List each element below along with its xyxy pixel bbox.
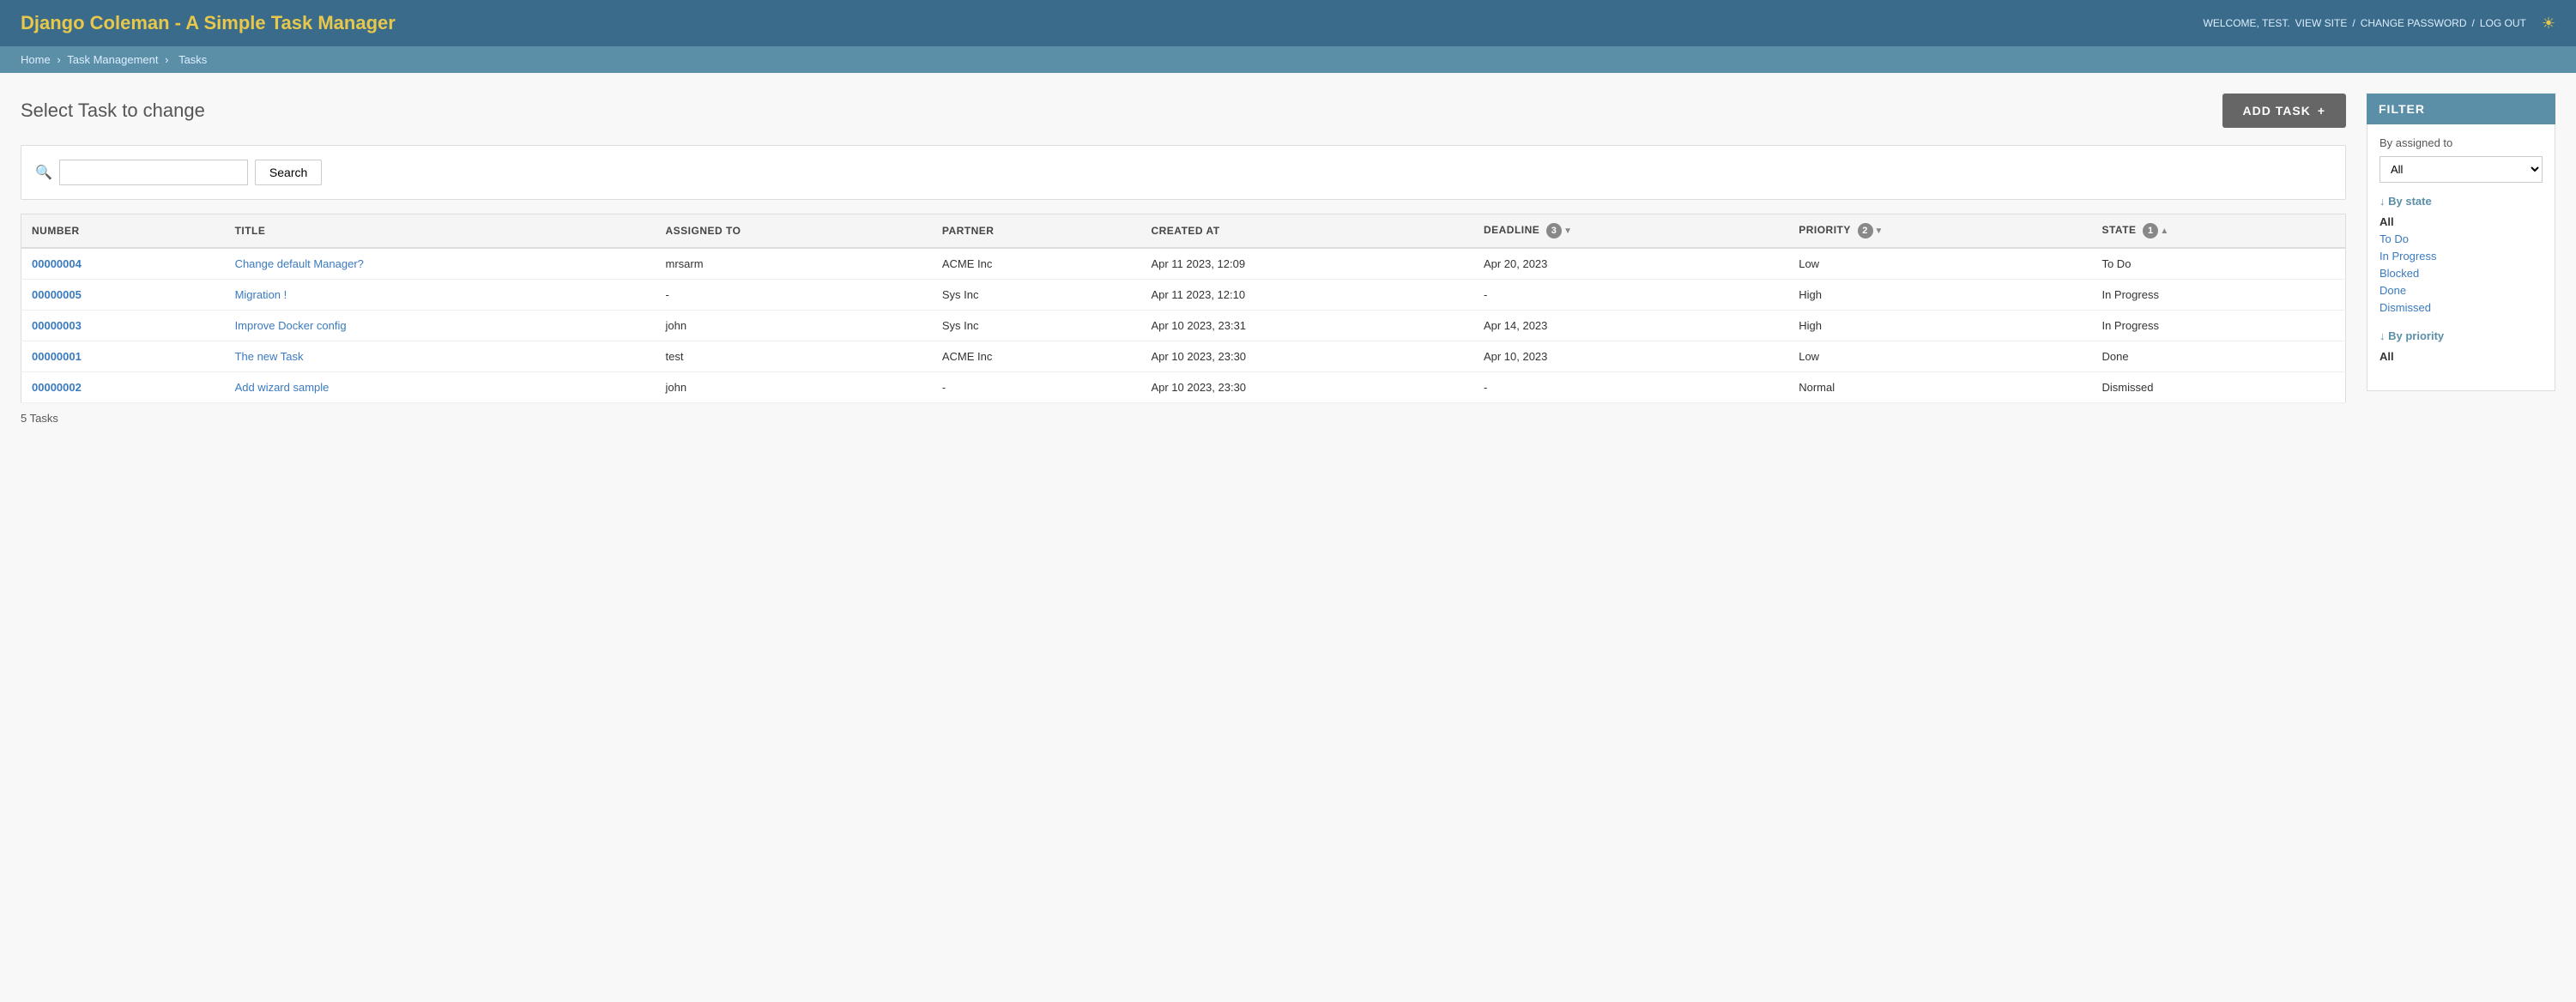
breadcrumb-home[interactable]: Home	[21, 53, 51, 66]
task-title-link[interactable]: Add wizard sample	[235, 381, 330, 394]
task-table-body: 00000004 Change default Manager? mrsarm …	[21, 248, 2346, 403]
breadcrumb: Home › Task Management › Tasks	[0, 46, 2576, 73]
task-assigned-to: test	[655, 341, 931, 372]
task-created-at: Apr 11 2023, 12:09	[1140, 248, 1472, 280]
col-partner[interactable]: PARTNER	[932, 214, 1141, 249]
header-nav: WELCOME, TEST. VIEW SITE / CHANGE PASSWO…	[2204, 15, 2555, 33]
task-priority: High	[1788, 280, 2091, 311]
content-area: Select Task to change ADD TASK + 🔍 Searc…	[21, 94, 2346, 425]
assigned-filter-select[interactable]: All john mrsarm test	[2379, 156, 2543, 183]
breadcrumb-tasks: Tasks	[178, 53, 207, 66]
task-state: Done	[2091, 341, 2345, 372]
task-deadline: Apr 20, 2023	[1473, 248, 1788, 280]
task-priority: Low	[1788, 248, 2091, 280]
filter-sidebar: FILTER By assigned to All john mrsarm te…	[2367, 94, 2555, 391]
search-button[interactable]: Search	[255, 160, 322, 185]
table-row: 00000002 Add wizard sample john - Apr 10…	[21, 372, 2346, 403]
col-title[interactable]: TITLE	[225, 214, 656, 249]
state-filter-dismissed[interactable]: Dismissed	[2379, 301, 2431, 314]
col-assigned-to[interactable]: ASSIGNED TO	[655, 214, 931, 249]
task-deadline: Apr 10, 2023	[1473, 341, 1788, 372]
task-partner: ACME Inc	[932, 248, 1141, 280]
task-assigned-to: mrsarm	[655, 248, 931, 280]
table-row: 00000004 Change default Manager? mrsarm …	[21, 248, 2346, 280]
task-assigned-to: john	[655, 372, 931, 403]
state-filter-in-progress[interactable]: In Progress	[2379, 250, 2436, 263]
task-state: To Do	[2091, 248, 2345, 280]
task-priority: Normal	[1788, 372, 2091, 403]
task-deadline: -	[1473, 372, 1788, 403]
task-deadline: Apr 14, 2023	[1473, 311, 1788, 341]
task-title-link[interactable]: Migration !	[235, 288, 287, 301]
sun-icon: ☀	[2542, 15, 2555, 33]
task-state: In Progress	[2091, 311, 2345, 341]
task-number-link[interactable]: 00000003	[32, 319, 82, 332]
task-partner: Sys Inc	[932, 280, 1141, 311]
app-header: Django Coleman - A Simple Task Manager W…	[0, 0, 2576, 46]
page-title: Select Task to change	[21, 100, 205, 122]
col-number[interactable]: NUMBER	[21, 214, 225, 249]
state-filter-done[interactable]: Done	[2379, 284, 2406, 297]
filter-header: FILTER	[2367, 94, 2555, 124]
task-number-link[interactable]: 00000004	[32, 257, 82, 270]
task-created-at: Apr 10 2023, 23:31	[1140, 311, 1472, 341]
task-number-link[interactable]: 00000005	[32, 288, 82, 301]
table-row: 00000003 Improve Docker config john Sys …	[21, 311, 2346, 341]
task-title-link[interactable]: Change default Manager?	[235, 257, 364, 270]
col-priority[interactable]: PRIORITY 2▼	[1788, 214, 2091, 249]
task-priority: High	[1788, 311, 2091, 341]
task-state: In Progress	[2091, 280, 2345, 311]
by-priority-label: ↓ By priority	[2379, 329, 2543, 342]
page-header: Select Task to change ADD TASK +	[21, 94, 2346, 128]
by-assigned-label: By assigned to	[2379, 136, 2543, 149]
task-created-at: Apr 10 2023, 23:30	[1140, 341, 1472, 372]
log-out-link[interactable]: LOG OUT	[2480, 17, 2526, 29]
search-bar: 🔍 Search	[21, 145, 2346, 200]
add-task-button[interactable]: ADD TASK +	[2222, 94, 2346, 128]
state-filter-all[interactable]: All	[2379, 215, 2394, 228]
task-deadline: -	[1473, 280, 1788, 311]
app-title: Django Coleman - A Simple Task Manager	[21, 12, 396, 34]
by-state-label: ↓ By state	[2379, 195, 2543, 208]
task-assigned-to: john	[655, 311, 931, 341]
task-title-link[interactable]: The new Task	[235, 350, 304, 363]
search-icon: 🔍	[35, 164, 52, 181]
col-created-at[interactable]: CREATED AT	[1140, 214, 1472, 249]
add-icon: +	[2318, 104, 2325, 118]
col-deadline[interactable]: DEADLINE 3▼	[1473, 214, 1788, 249]
state-filter-links: All To Do In Progress Blocked Done Dismi…	[2379, 213, 2543, 316]
state-filter-todo[interactable]: To Do	[2379, 232, 2409, 245]
table-header: NUMBER TITLE ASSIGNED TO PARTNER CREATED…	[21, 214, 2346, 249]
task-assigned-to: -	[655, 280, 931, 311]
add-task-label: ADD TASK	[2243, 104, 2311, 118]
priority-filter-links: All	[2379, 347, 2543, 365]
task-created-at: Apr 11 2023, 12:10	[1140, 280, 1472, 311]
filter-body: By assigned to All john mrsarm test ↓ By…	[2367, 124, 2555, 391]
priority-filter-all[interactable]: All	[2379, 350, 2394, 363]
task-table: NUMBER TITLE ASSIGNED TO PARTNER CREATED…	[21, 214, 2346, 403]
task-partner: -	[932, 372, 1141, 403]
task-priority: Low	[1788, 341, 2091, 372]
task-created-at: Apr 10 2023, 23:30	[1140, 372, 1472, 403]
view-site-link[interactable]: VIEW SITE	[2295, 17, 2348, 29]
task-number-link[interactable]: 00000002	[32, 381, 82, 394]
change-password-link[interactable]: CHANGE PASSWORD	[2361, 17, 2467, 29]
main-container: Select Task to change ADD TASK + 🔍 Searc…	[0, 73, 2576, 445]
welcome-text: WELCOME, TEST.	[2204, 17, 2290, 29]
search-input[interactable]	[59, 160, 248, 185]
state-filter-blocked[interactable]: Blocked	[2379, 267, 2419, 280]
task-partner: ACME Inc	[932, 341, 1141, 372]
task-count: 5 Tasks	[21, 412, 2346, 425]
task-title-link[interactable]: Improve Docker config	[235, 319, 347, 332]
task-state: Dismissed	[2091, 372, 2345, 403]
task-partner: Sys Inc	[932, 311, 1141, 341]
table-row: 00000005 Migration ! - Sys Inc Apr 11 20…	[21, 280, 2346, 311]
task-number-link[interactable]: 00000001	[32, 350, 82, 363]
table-row: 00000001 The new Task test ACME Inc Apr …	[21, 341, 2346, 372]
breadcrumb-task-management[interactable]: Task Management	[67, 53, 158, 66]
col-state[interactable]: STATE 1▲	[2091, 214, 2345, 249]
